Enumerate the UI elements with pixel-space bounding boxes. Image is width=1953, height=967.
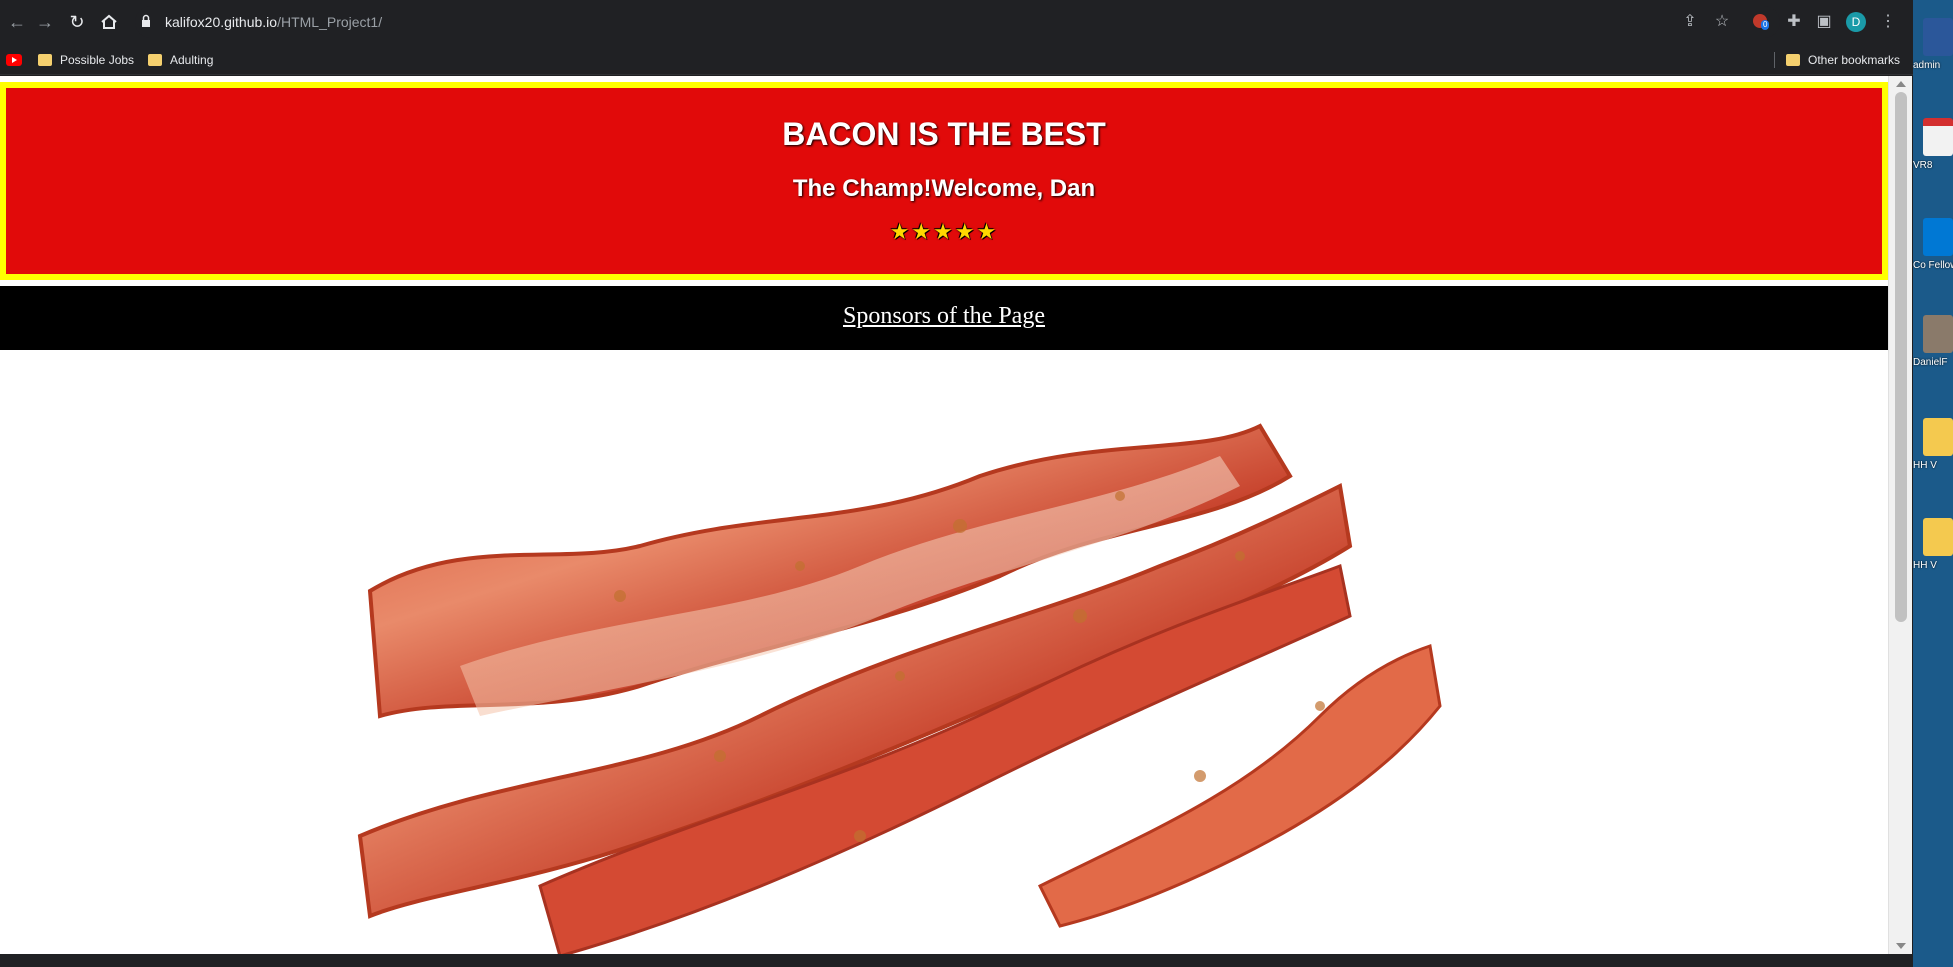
desktop-icon[interactable]: HH V [1913, 418, 1953, 488]
folder-icon [148, 54, 162, 66]
browser-toolbar: ← → ↻ kalifox20.github.io/HTML_Project1/… [0, 0, 1913, 44]
word-doc-icon [1923, 18, 1953, 56]
back-arrow-icon[interactable]: ← [4, 9, 30, 35]
folder-icon [1923, 518, 1953, 556]
bookmark-star-icon[interactable]: ☆ [1710, 10, 1734, 34]
url-path: /HTML_Project1/ [277, 14, 383, 30]
youtube-icon[interactable] [6, 54, 22, 66]
desktop-icon-label: HH V [1913, 460, 1937, 471]
address-bar[interactable]: kalifox20.github.io/HTML_Project1/ [135, 6, 1780, 38]
page-header: BACON IS THE BEST The Champ!Welcome, Dan… [0, 82, 1888, 280]
puzzle-extensions-icon[interactable]: ✚ [1782, 10, 1806, 34]
bookmark-label: Other bookmarks [1808, 53, 1901, 67]
taskbar-edge [0, 954, 1913, 967]
page-scrollbar[interactable] [1888, 76, 1912, 954]
page-title: BACON IS THE BEST [782, 116, 1106, 152]
desktop-background: admin VR8 Co Fellows DanielF HH V HH V [1913, 0, 1953, 967]
bookmark-adulting[interactable]: Adulting [148, 50, 213, 70]
extension-badge-icon[interactable]: 0 [1748, 10, 1772, 34]
folder-icon [1786, 54, 1800, 66]
lock-icon [142, 14, 150, 27]
scrollbar-thumb[interactable] [1895, 92, 1907, 622]
desktop-icon-label: DanielF [1913, 357, 1948, 368]
screen: ← → ↻ kalifox20.github.io/HTML_Project1/… [0, 0, 1953, 967]
outlook-icon [1923, 218, 1953, 256]
scroll-up-arrow-icon[interactable] [1896, 81, 1906, 87]
folder-icon [38, 54, 52, 66]
desktop-icon[interactable]: HH V [1913, 518, 1953, 588]
reload-icon[interactable]: ↻ [64, 9, 90, 35]
desktop-icon[interactable]: admin [1913, 18, 1953, 88]
desktop-icon[interactable]: Co Fellows [1913, 218, 1953, 288]
bookmark-other[interactable]: Other bookmarks [1786, 50, 1900, 70]
menu-kebab-icon[interactable]: ⋮ [1876, 10, 1900, 34]
bookmark-label: Possible Jobs [60, 53, 135, 67]
desktop-icon-label: VR8 [1913, 160, 1933, 171]
desktop-icon-label: admin [1913, 60, 1941, 71]
bookmark-possible-jobs[interactable]: Possible Jobs [38, 50, 134, 70]
desktop-icon[interactable]: VR8 [1913, 118, 1953, 188]
scroll-down-arrow-icon[interactable] [1896, 943, 1906, 949]
desktop-icon[interactable]: DanielF [1913, 315, 1953, 385]
side-panel-icon[interactable]: ▣ [1812, 10, 1836, 34]
page-subtitle: The Champ!Welcome, Dan [792, 175, 1096, 202]
bacon-image [357, 423, 1442, 954]
star-rating: ★★★★★ [889, 219, 999, 244]
sponsors-link[interactable]: Sponsors of the Page [843, 303, 1045, 330]
sponsor-bar: Sponsors of the Page [0, 286, 1888, 350]
pdf-icon [1923, 118, 1953, 156]
url-text: kalifox20.github.io/HTML_Project1/ [165, 14, 382, 30]
folder-icon [1923, 418, 1953, 456]
bookmark-label: Adulting [170, 53, 214, 67]
profile-avatar[interactable]: D [1844, 10, 1868, 34]
url-domain: kalifox20.github.io [165, 14, 278, 30]
desktop-icon-label: Co Fellows [1913, 260, 1953, 271]
page-viewport: BACON IS THE BEST The Champ!Welcome, Dan… [0, 76, 1912, 954]
bookmarks-bar: Possible Jobs Adulting Other bookmarks [0, 44, 1913, 75]
desktop-icon-label: HH V [1913, 560, 1937, 571]
profile-initial: D [1846, 12, 1866, 32]
home-icon[interactable] [96, 9, 122, 35]
forward-arrow-icon[interactable]: → [32, 9, 58, 35]
extension-badge-count: 0 [1761, 20, 1770, 30]
bookmarks-divider [1774, 52, 1775, 68]
share-icon[interactable]: ⇪ [1678, 10, 1702, 34]
photo-icon [1923, 315, 1953, 353]
